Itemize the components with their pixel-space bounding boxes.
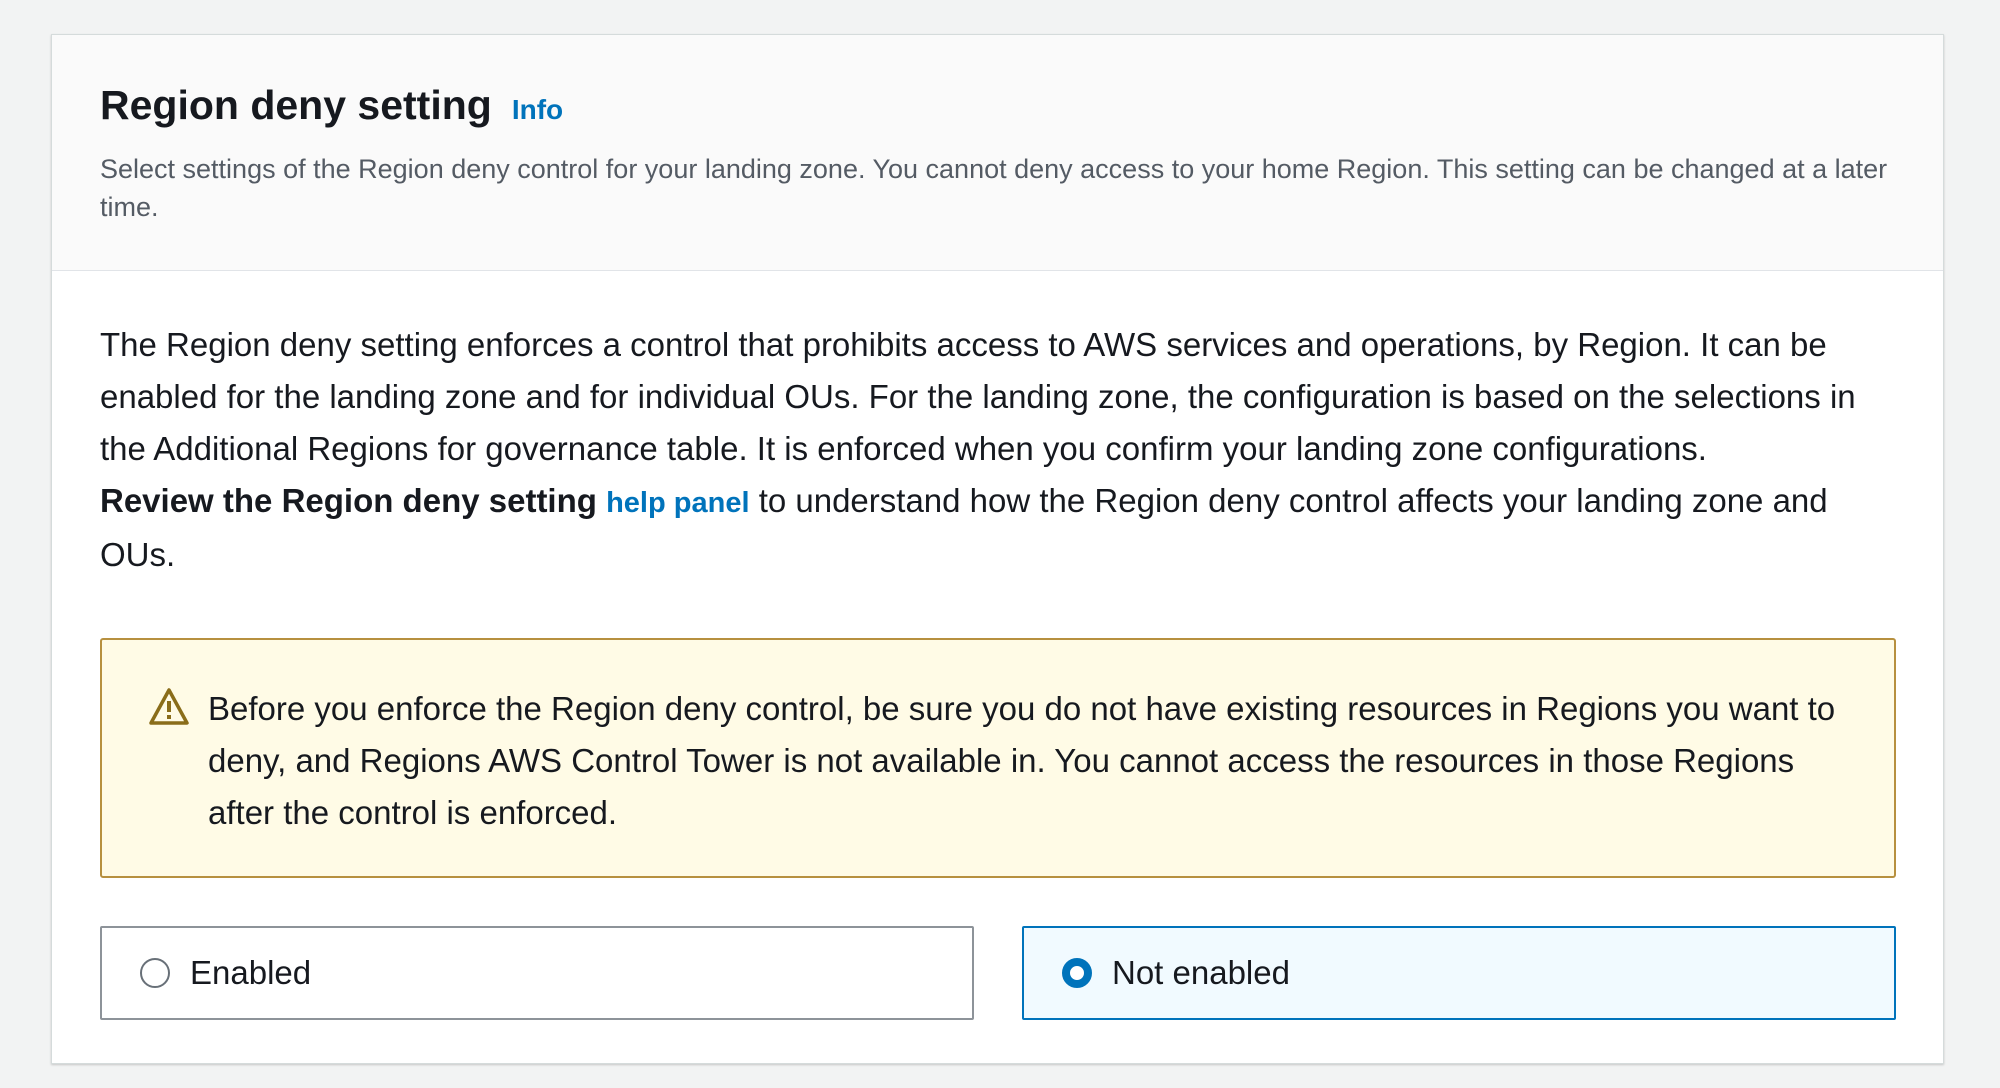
panel-title: Region deny setting xyxy=(100,82,492,128)
warning-alert: Before you enforce the Region deny contr… xyxy=(100,638,1896,878)
radio-enabled[interactable] xyxy=(140,958,170,988)
help-panel-link[interactable]: help panel xyxy=(606,487,749,519)
option-enabled-label: Enabled xyxy=(190,954,312,991)
region-deny-options: Enabled Not enabled xyxy=(100,926,1896,1020)
warning-text: Before you enforce the Region deny contr… xyxy=(208,690,1836,831)
radio-not-enabled[interactable] xyxy=(1062,958,1092,988)
body-text: The Region deny setting enforces a contr… xyxy=(100,319,1896,581)
region-deny-panel: Region deny setting Info Select settings… xyxy=(51,34,1944,1064)
option-not-enabled[interactable]: Not enabled xyxy=(1022,926,1896,1020)
panel-header: Region deny setting Info Select settings… xyxy=(52,35,1943,271)
title-row: Region deny setting Info xyxy=(100,81,1896,130)
warning-icon xyxy=(149,688,189,725)
info-link[interactable]: Info xyxy=(512,94,563,126)
option-not-enabled-label: Not enabled xyxy=(1112,954,1290,991)
body-paragraph: The Region deny setting enforces a contr… xyxy=(100,326,1856,467)
panel-body: The Region deny setting enforces a contr… xyxy=(52,271,1943,1020)
panel-description: Select settings of the Region deny contr… xyxy=(100,154,1888,223)
option-enabled[interactable]: Enabled xyxy=(100,926,974,1020)
review-bold-text: Review the Region deny setting xyxy=(100,482,597,519)
